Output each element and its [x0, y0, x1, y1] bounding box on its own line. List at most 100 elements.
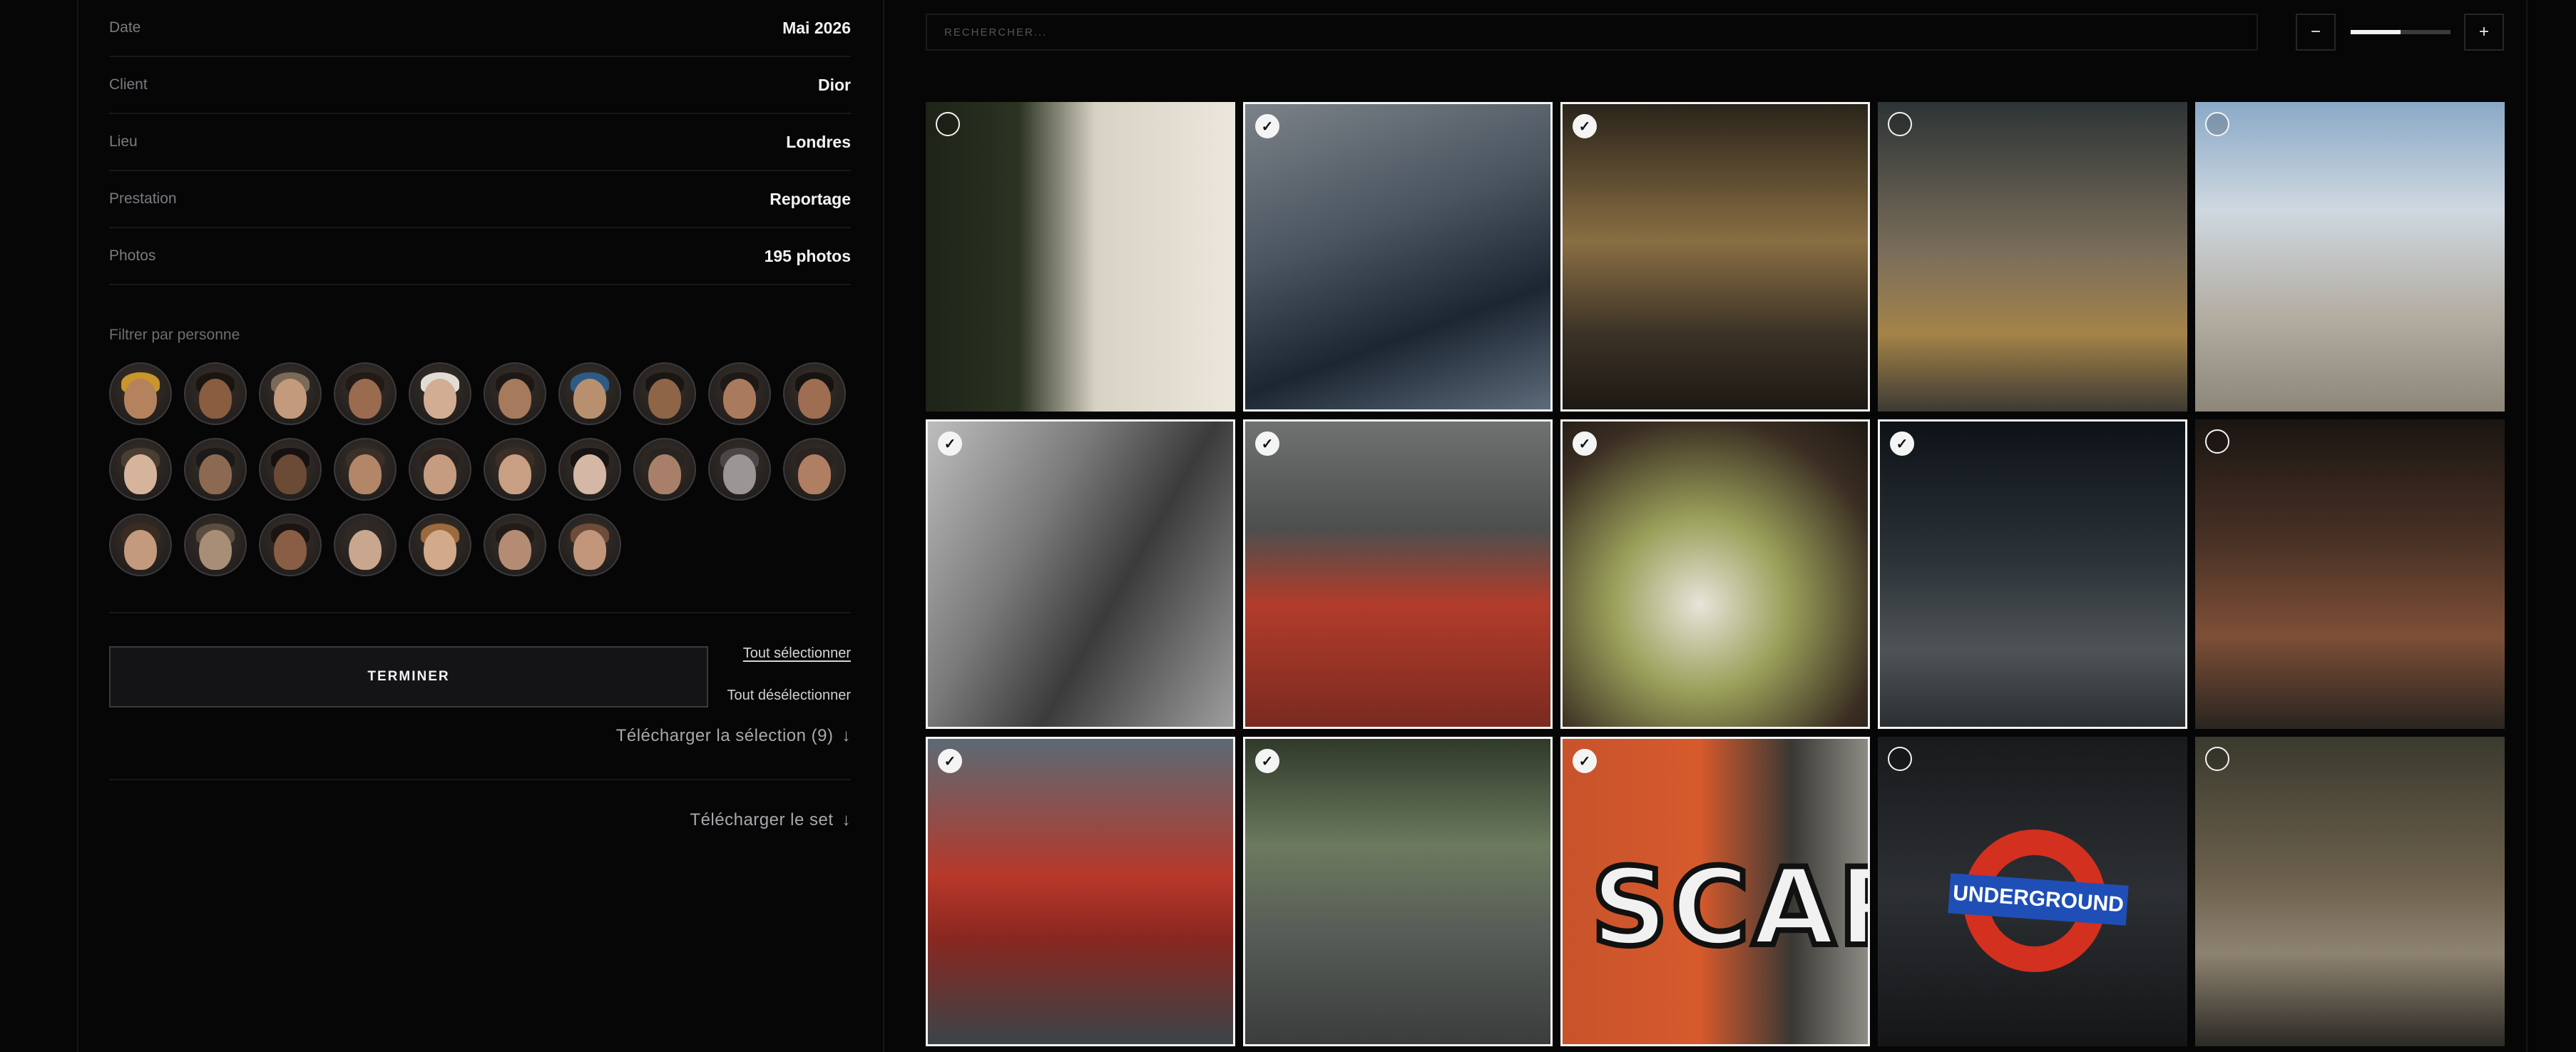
- divider: [109, 612, 851, 613]
- select-all-link[interactable]: Tout sélectionner: [743, 645, 851, 662]
- zoom-out-button[interactable]: −: [2296, 14, 2336, 51]
- unchecked-icon[interactable]: [2205, 429, 2229, 454]
- avatar-face: [199, 454, 232, 494]
- person-avatar[interactable]: [109, 438, 172, 501]
- photo-image: [2195, 419, 2505, 729]
- search-input[interactable]: RECHERCHER...: [926, 14, 2258, 51]
- avatar-face: [424, 454, 456, 494]
- avatar-face: [124, 378, 157, 419]
- avatar-face: [199, 378, 232, 419]
- avatar-face: [349, 529, 382, 570]
- divider-left: [77, 0, 78, 1052]
- avatar-face: [199, 529, 232, 570]
- person-avatar[interactable]: [409, 514, 471, 576]
- person-avatar[interactable]: [783, 438, 846, 501]
- photo-tile-night-street[interactable]: ✓: [1878, 419, 2187, 729]
- person-avatar[interactable]: [184, 362, 247, 425]
- avatar-face: [424, 378, 456, 419]
- info-row-client: Client Dior: [109, 57, 851, 114]
- photo-image: [1245, 104, 1550, 409]
- person-avatar[interactable]: [184, 514, 247, 576]
- person-avatar[interactable]: [109, 362, 172, 425]
- app-frame: Date Mai 2026 Client Dior Lieu Londres Prestat…: [0, 0, 2576, 1052]
- finish-button[interactable]: TERMINER: [109, 646, 708, 708]
- info-row-prestation: Prestation Reportage: [109, 171, 851, 228]
- info-value: Mai 2026: [782, 18, 851, 37]
- checked-icon[interactable]: ✓: [938, 431, 962, 456]
- person-avatar[interactable]: [633, 438, 696, 501]
- photo-tile-skyscraper-bw[interactable]: ✓: [926, 419, 1235, 729]
- avatar-face: [499, 378, 531, 419]
- photo-image: [1245, 739, 1550, 1044]
- checked-icon[interactable]: ✓: [938, 749, 962, 773]
- unchecked-icon[interactable]: [1888, 112, 1912, 136]
- avatar-face: [349, 454, 382, 494]
- person-avatar[interactable]: [409, 362, 471, 425]
- checked-icon[interactable]: ✓: [1573, 431, 1597, 456]
- checked-icon[interactable]: ✓: [1573, 749, 1597, 773]
- photo-tile-market-tomatoes[interactable]: ✓: [1243, 419, 1553, 729]
- zoom-slider[interactable]: [2351, 30, 2450, 34]
- download-selection-link[interactable]: Télécharger la sélection (9) ↓: [109, 726, 851, 746]
- person-avatar[interactable]: [708, 438, 771, 501]
- info-value: Londres: [786, 132, 851, 151]
- photo-image: [926, 102, 1235, 412]
- photo-tile-street-walkers[interactable]: ✓: [1560, 102, 1870, 412]
- person-avatar[interactable]: [484, 438, 546, 501]
- checked-icon[interactable]: ✓: [1890, 431, 1914, 456]
- person-avatar[interactable]: [334, 438, 397, 501]
- project-panel: Date Mai 2026 Client Dior Lieu Londres Prestat…: [109, 0, 851, 830]
- selection-actions: TERMINER Tout sélectionner Tout désélect…: [109, 645, 851, 710]
- zoom-in-button[interactable]: +: [2464, 14, 2504, 51]
- info-row-lieu: Lieu Londres: [109, 114, 851, 171]
- unchecked-icon[interactable]: [936, 112, 960, 136]
- photo-tile-clock-tower[interactable]: [2195, 102, 2505, 412]
- person-avatar[interactable]: [334, 362, 397, 425]
- photo-tile-glass-tower[interactable]: ✓: [1243, 102, 1553, 412]
- download-set-link[interactable]: Télécharger le set ↓: [109, 810, 851, 830]
- photo-tile-paella-chefs[interactable]: [1878, 102, 2187, 412]
- person-avatar[interactable]: [558, 514, 621, 576]
- person-avatar[interactable]: [633, 362, 696, 425]
- photo-image: [2195, 102, 2505, 412]
- person-avatar[interactable]: [109, 514, 172, 576]
- person-avatar[interactable]: [708, 362, 771, 425]
- download-arrow-icon: ↓: [842, 810, 851, 829]
- zoom-level-fill: [2351, 30, 2401, 34]
- photo-tile-food-plates[interactable]: ✓: [1560, 419, 1870, 729]
- person-avatar[interactable]: [259, 362, 322, 425]
- checked-icon[interactable]: ✓: [1255, 431, 1279, 456]
- photo-tile-underground-sign[interactable]: UNDERGROUND: [1878, 737, 2187, 1046]
- person-avatar[interactable]: [558, 438, 621, 501]
- photo-tile-building-doorway[interactable]: [926, 102, 1235, 412]
- checked-icon[interactable]: ✓: [1255, 114, 1279, 138]
- avatar-face: [723, 378, 756, 419]
- person-avatar[interactable]: [484, 514, 546, 576]
- photo-tile-red-bus[interactable]: ✓: [926, 737, 1235, 1046]
- unchecked-icon[interactable]: [2205, 112, 2229, 136]
- avatar-face: [798, 454, 831, 494]
- photo-tile-tree-road[interactable]: ✓: [1243, 737, 1553, 1046]
- checked-icon[interactable]: ✓: [1573, 114, 1597, 138]
- person-avatar[interactable]: [184, 438, 247, 501]
- filter-label: Filtrer par personne: [109, 327, 240, 343]
- unchecked-icon[interactable]: [2205, 747, 2229, 771]
- deselect-all-link[interactable]: Tout désélectionner: [727, 688, 851, 704]
- photo-tile-lion-statue[interactable]: [2195, 737, 2505, 1046]
- photo-tile-night-buildings[interactable]: [2195, 419, 2505, 729]
- person-avatar[interactable]: [259, 438, 322, 501]
- unchecked-icon[interactable]: [1888, 747, 1912, 771]
- download-selection-label: Télécharger la sélection (9): [615, 726, 834, 745]
- person-avatar[interactable]: [558, 362, 621, 425]
- info-label: Client: [109, 76, 148, 93]
- person-avatar[interactable]: [334, 514, 397, 576]
- checked-icon[interactable]: ✓: [1255, 749, 1279, 773]
- avatar-face: [648, 378, 681, 419]
- photo-tile-scar-mural[interactable]: SCAR ✓: [1560, 737, 1870, 1046]
- person-avatar[interactable]: [783, 362, 846, 425]
- info-value: 195 photos: [764, 246, 851, 265]
- person-avatar[interactable]: [409, 438, 471, 501]
- person-avatar[interactable]: [259, 514, 322, 576]
- avatar-face: [648, 454, 681, 494]
- person-avatar[interactable]: [484, 362, 546, 425]
